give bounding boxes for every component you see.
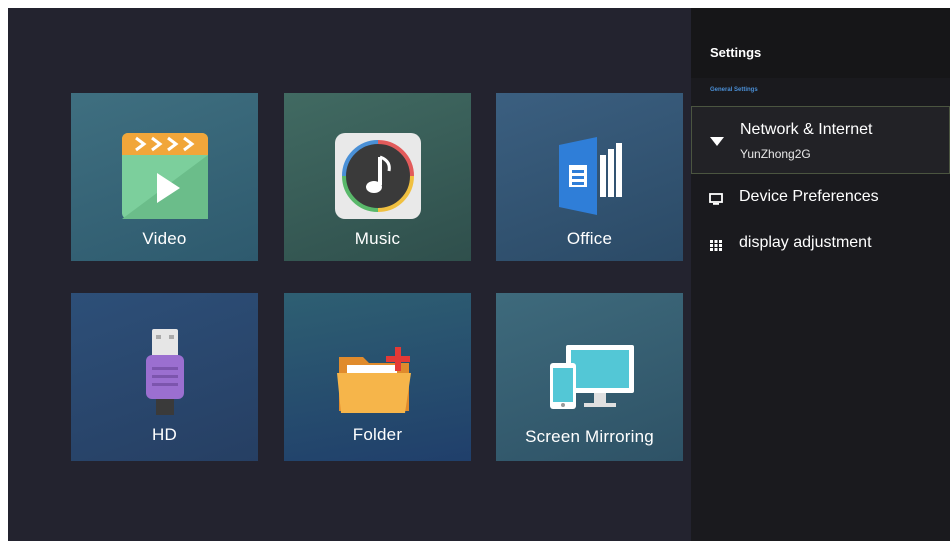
menu-item-subtitle: YunZhong2G bbox=[740, 147, 811, 161]
monitor-icon bbox=[709, 192, 723, 206]
office-document-icon bbox=[547, 133, 633, 219]
screen-mirroring-tile[interactable]: Screen Mirroring bbox=[496, 293, 683, 461]
tile-label: Music bbox=[354, 229, 401, 248]
menu-item-label: Network & Internet bbox=[740, 121, 873, 138]
settings-title: Settings bbox=[710, 45, 762, 60]
folder-icon bbox=[333, 343, 423, 419]
section-label: General Settings bbox=[710, 87, 758, 93]
video-tile[interactable]: Video bbox=[71, 93, 258, 261]
settings-panel: Settings General Settings Network & Inte… bbox=[691, 8, 950, 541]
grid-icon bbox=[709, 238, 723, 252]
music-note-icon bbox=[334, 133, 421, 219]
tile-label: Screen Mirroring bbox=[525, 427, 654, 446]
screen-mirroring-icon bbox=[544, 343, 636, 415]
menu-item-device-preferences[interactable]: Device Preferences bbox=[691, 184, 950, 214]
menu-item-network-internet[interactable]: Network & Internet YunZhong2G bbox=[691, 106, 950, 174]
tv-home-screen: Video Music Office HD Folder Screen Mirr… bbox=[8, 8, 950, 541]
office-tile[interactable]: Office bbox=[496, 93, 683, 261]
tile-label: HD bbox=[152, 425, 177, 444]
hd-tile[interactable]: HD bbox=[71, 293, 258, 461]
menu-item-label: display adjustment bbox=[739, 234, 872, 251]
tile-label: Folder bbox=[352, 425, 403, 444]
folder-tile[interactable]: Folder bbox=[284, 293, 471, 461]
settings-header: Settings bbox=[691, 8, 950, 78]
tile-label: Office bbox=[566, 229, 613, 248]
hdmi-icon bbox=[140, 329, 190, 415]
wifi-icon bbox=[710, 134, 724, 148]
video-clapper-icon bbox=[121, 133, 208, 219]
menu-item-label: Device Preferences bbox=[739, 188, 879, 205]
music-tile[interactable]: Music bbox=[284, 93, 471, 261]
menu-item-display-adjustment[interactable]: display adjustment bbox=[691, 230, 950, 260]
tile-label: Video bbox=[142, 229, 187, 248]
